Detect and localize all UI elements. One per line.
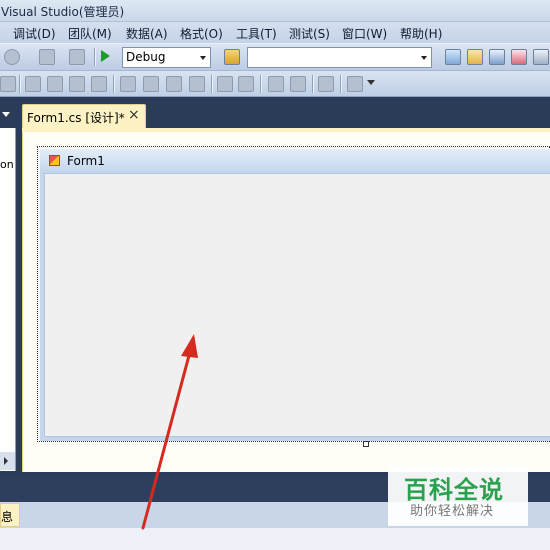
annotation-arrow-head bbox=[181, 334, 198, 358]
annotation-arrow-shaft bbox=[141, 346, 193, 530]
annotation-arrow bbox=[141, 334, 198, 530]
